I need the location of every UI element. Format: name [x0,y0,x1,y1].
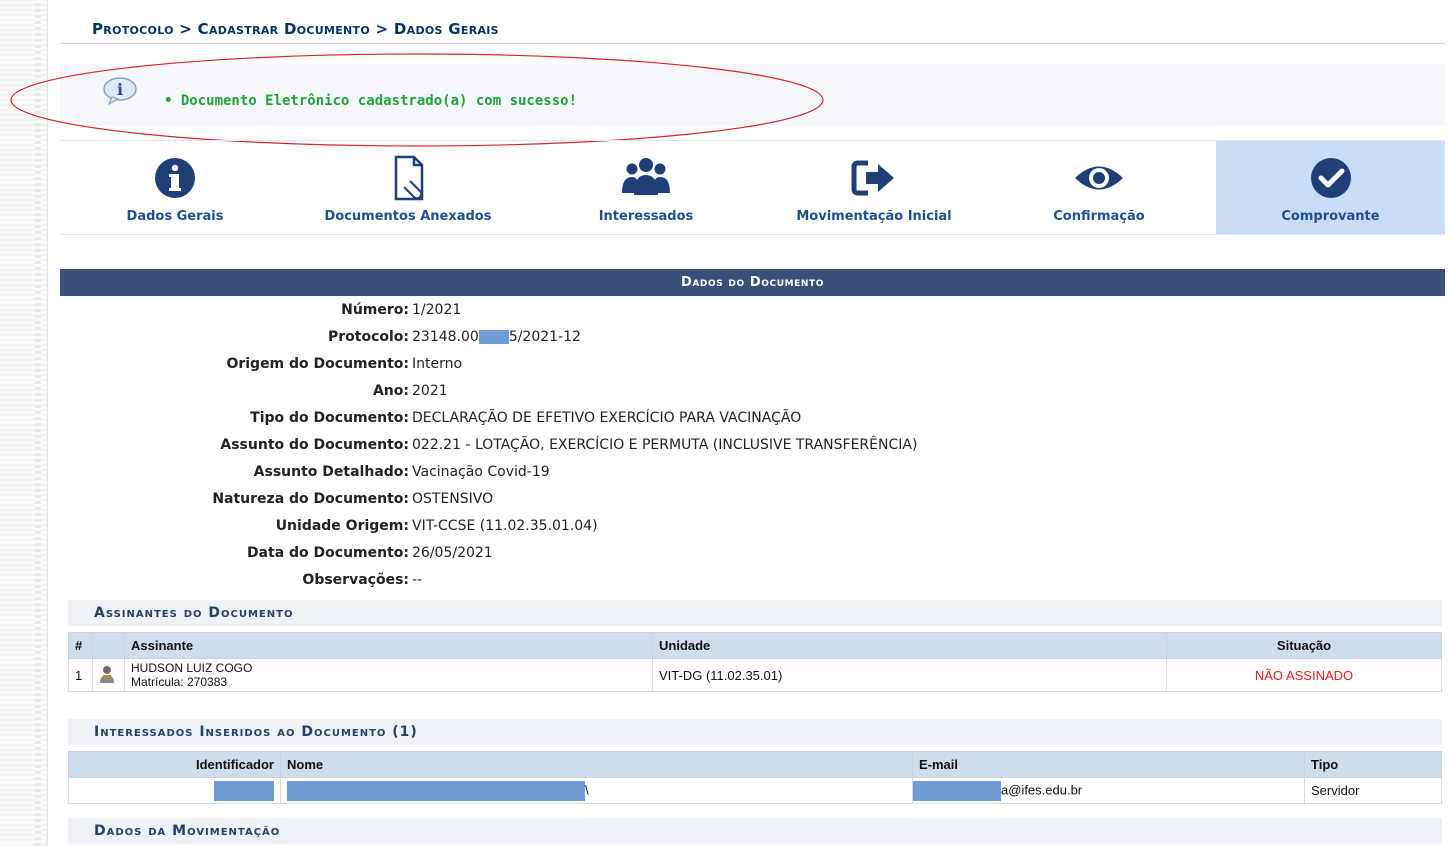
field-value: 1/2021 [412,302,462,318]
signer-status: NÃO ASSINADO [1166,658,1442,692]
column-header: Tipo [1304,751,1442,778]
column-header: Situação [1166,632,1442,659]
field-row: Tipo do Documento: DECLARAÇÃO DE EFETIVO… [60,410,1445,434]
movement-section-title: Dados da Movimentação [68,818,1442,844]
avatar-cell [92,658,125,692]
field-row: Origem do Documento: Interno [60,356,1445,380]
left-rail [0,0,48,846]
field-value: 2021 [412,383,448,399]
signer-name: HUDSON LUIZ COGO [131,661,253,675]
field-value: 26/05/2021 [412,545,493,561]
field-label: Unidade Origem: [275,518,409,534]
redaction-block [478,330,509,344]
identifier-cell [68,777,281,804]
field-value: Vacinação Covid-19 [412,464,550,480]
step-label: Confirmação [1053,209,1145,224]
email-tail: a@ifes.edu.br [1001,781,1083,797]
field-row: Observações: -- [60,572,1445,596]
signers-table: # Assinante Unidade Situação 1 HUDSON LU… [68,632,1442,692]
field-label: Assunto do Documento: [220,437,409,453]
field-label: Assunto Detalhado: [253,464,409,480]
field-label: Ano: [372,383,409,399]
wizard-steps: Dados Gerais Documentos Anexados Interes… [60,140,1445,235]
success-message: • Documento Eletrônico cadastrado(a) com… [164,93,578,109]
field-value: OSTENSIVO [412,491,494,507]
field-row: Protocolo: 23148.00 5/2021-12 [60,329,1445,353]
step-comprovante[interactable]: Comprovante [1216,141,1445,234]
step-label: Dados Gerais [126,209,224,224]
column-header: Unidade [652,632,1167,659]
redaction-block [913,780,1001,801]
field-label: Protocolo: [327,329,409,345]
redaction-block [214,780,274,801]
table-row: 1 HUDSON LUIZ COGO Matrícula: 270383 VIT… [68,658,1442,692]
field-row: Natureza do Documento: OSTENSIVO [60,491,1445,515]
column-header: # [68,632,93,659]
protocolo-suffix: 5/2021-12 [508,329,581,345]
info-message-box: i • Documento Eletrônico cadastrado(a) c… [60,64,1445,126]
main-content: Protocolo > Cadastrar Documento > Dados … [10,0,1445,846]
step-documentos-anexados[interactable]: Documentos Anexados [290,141,526,234]
field-value: Interno [412,356,463,372]
field-label: Data do Documento: [246,545,409,561]
tipo-cell: Servidor [1304,777,1442,804]
signer-cell: HUDSON LUIZ COGO Matrícula: 270383 [124,658,653,692]
field-value: -- [412,572,423,588]
field-row: Data do Documento: 26/05/2021 [60,545,1445,569]
field-value: DECLARAÇÃO DE EFETIVO EXERCÍCIO PARA VAC… [412,410,802,426]
email-cell: a@ifes.edu.br [912,777,1305,804]
field-row: Número: 1/2021 [60,302,1445,326]
users-group-icon [622,158,670,195]
section-header-dados-documento: Dados do Documento [60,269,1445,296]
field-row: Assunto Detalhado: Vacinação Covid-19 [60,464,1445,488]
column-header: E-mail [912,751,1305,778]
field-label: Tipo do Documento: [250,410,409,426]
interested-section-title: Interessados Inseridos ao Documento (1) [68,719,1442,745]
field-value-protocolo: 23148.00 5/2021-12 [412,329,581,345]
name-cell: \ [280,777,913,804]
field-label: Observações: [302,572,409,588]
step-confirmacao[interactable]: Confirmação [982,141,1216,234]
step-label: Comprovante [1281,209,1380,224]
step-movimentacao-inicial[interactable]: Movimentação Inicial [766,141,982,234]
svg-text:i: i [117,80,123,99]
interested-table: Identificador Nome E-mail Tipo \ a@ifes.… [68,751,1442,804]
field-label: Origem do Documento: [226,356,409,372]
info-bubble-icon: i [103,77,137,106]
step-interessados[interactable]: Interessados [526,141,766,234]
field-label: Número: [341,302,409,318]
step-label: Documentos Anexados [324,209,492,224]
column-header: Nome [280,751,913,778]
field-value: 022.21 - LOTAÇÃO, EXERCÍCIO E PERMUTA (I… [412,437,918,453]
name-tail: \ [585,781,589,797]
field-row: Unidade Origem: VIT-CCSE (11.02.35.01.04… [60,518,1445,542]
info-circle-icon [155,158,195,198]
field-label: Natureza do Documento: [212,491,409,507]
sign-out-arrow-icon [851,160,894,196]
breadcrumb: Protocolo > Cadastrar Documento > Dados … [60,8,1445,44]
redaction-block [287,780,585,801]
table-header-row: Identificador Nome E-mail Tipo [68,751,1442,778]
column-header: Identificador [68,751,281,778]
field-value: VIT-CCSE (11.02.35.01.04) [412,518,598,534]
step-label: Movimentação Inicial [796,209,952,224]
person-icon [100,665,114,683]
eye-icon [1075,166,1123,190]
field-row: Ano: 2021 [60,383,1445,407]
step-dados-gerais[interactable]: Dados Gerais [60,141,290,234]
document-clip-icon [394,155,424,201]
signer-unit: VIT-DG (11.02.35.01) [652,658,1167,692]
column-header [92,632,125,659]
breadcrumb-text: Protocolo > Cadastrar Documento > Dados … [92,20,499,38]
signers-section-title: Assinantes do Documento [68,600,1442,626]
field-row: Assunto do Documento: 022.21 - LOTAÇÃO, … [60,437,1445,461]
table-header-row: # Assinante Unidade Situação [68,632,1442,659]
table-row: \ a@ifes.edu.br Servidor [68,777,1442,804]
check-circle-icon [1310,158,1351,198]
column-header: Assinante [124,632,653,659]
signer-matricula: Matrícula: 270383 [131,675,228,689]
row-number: 1 [68,658,93,692]
step-label: Interessados [598,209,694,224]
protocolo-prefix: 23148.00 [412,329,479,345]
